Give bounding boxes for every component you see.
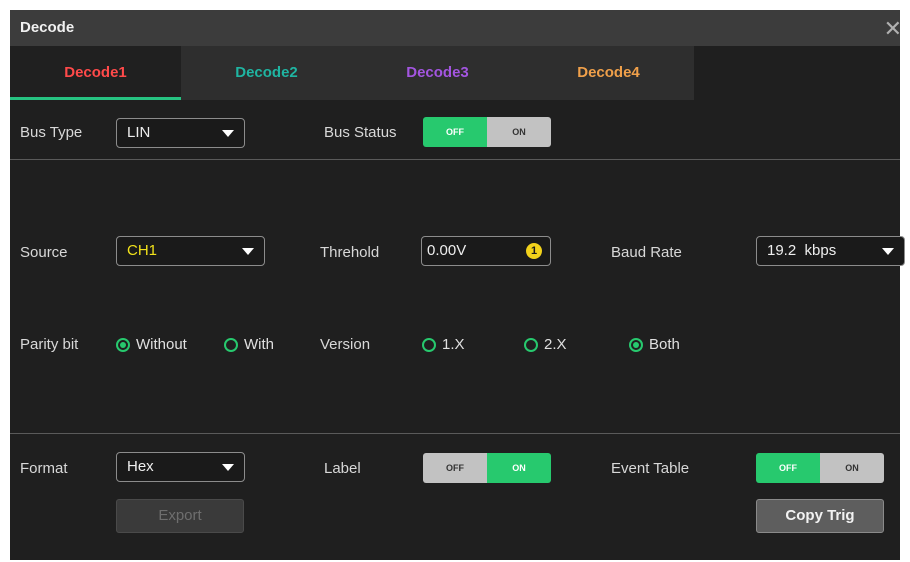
version-1x-label: 1.X [442,336,465,353]
radio-unselected-icon [524,337,538,352]
parity-without-radio[interactable]: Without [116,336,187,353]
version-2x-radio[interactable]: 2.X [524,336,567,353]
tab-decode2-label: Decode2 [235,64,298,81]
tab-decode3[interactable]: Decode3 [352,46,523,100]
source-value: CH1 [127,242,158,259]
format-label: Format [20,460,68,477]
event-table-toggle[interactable]: OFF ON [756,453,884,483]
baud-rate-dropdown[interactable]: 19.2 kbps [756,236,905,266]
source-label: Source [20,244,68,261]
threshold-label: Threhold [320,244,380,261]
version-1x-radio[interactable]: 1.X [422,336,465,353]
source-dropdown[interactable]: CH1 [116,236,265,266]
bus-status-off-option: OFF [423,117,487,147]
parity-without-label: Without [136,336,187,353]
version-2x-label: 2.X [544,336,567,353]
dialog-title: Decode [20,19,75,36]
threshold-value: 0.00V [427,242,467,259]
bus-type-label: Bus Type [20,124,83,141]
decode-tab-bar: Decode1 Decode2 Decode3 Decode4 [10,46,694,100]
version-label: Version [320,336,371,353]
chevron-down-icon [222,464,234,471]
label-toggle[interactable]: OFF ON [423,453,551,483]
radio-selected-icon [629,337,643,352]
tab-decode4[interactable]: Decode4 [523,46,694,100]
label-toggle-label: Label [324,460,361,477]
radio-unselected-icon [422,337,436,352]
bus-status-on-option: ON [487,117,551,147]
chevron-down-icon [242,248,254,255]
label-on-option: ON [487,453,551,483]
parity-with-radio[interactable]: With [224,336,274,353]
tab-decode1-label: Decode1 [64,64,127,81]
bus-status-label: Bus Status [324,124,397,141]
active-tab-indicator [10,97,181,100]
tab-decode3-label: Decode3 [406,64,469,81]
divider [10,159,900,160]
label-off-option: OFF [423,453,487,483]
parity-with-label: With [244,336,274,353]
tab-decode1[interactable]: Decode1 [10,46,181,100]
parity-bit-label: Parity bit [20,336,79,353]
radio-selected-icon [116,337,130,352]
radio-unselected-icon [224,337,238,352]
version-both-label: Both [649,336,680,353]
event-table-label: Event Table [611,460,690,477]
bus-type-dropdown[interactable]: LIN [116,118,245,148]
threshold-input[interactable]: 0.00V 1 [421,236,551,266]
bus-status-toggle[interactable]: OFF ON [423,117,551,147]
tab-decode4-label: Decode4 [577,64,640,81]
decode-dialog: Decode ✕ Decode1 Decode2 Decode3 Decode4… [10,10,905,560]
event-table-on-option: ON [820,453,884,483]
version-both-radio[interactable]: Both [629,336,680,353]
bus-type-value: LIN [127,124,151,141]
export-button[interactable]: Export [116,499,244,533]
baud-rate-label: Baud Rate [611,244,682,261]
title-bar: Decode ✕ [10,10,902,46]
format-value: Hex [127,458,154,475]
chevron-down-icon [882,248,894,255]
chevron-down-icon [222,130,234,137]
knob-icon: 1 [526,243,542,259]
copy-trig-button[interactable]: Copy Trig [756,499,884,533]
baud-rate-value: 19.2 kbps [767,242,837,259]
tab-decode2[interactable]: Decode2 [181,46,352,100]
event-table-off-option: OFF [756,453,820,483]
format-dropdown[interactable]: Hex [116,452,245,482]
close-icon[interactable]: ✕ [884,16,902,42]
divider [10,433,900,434]
